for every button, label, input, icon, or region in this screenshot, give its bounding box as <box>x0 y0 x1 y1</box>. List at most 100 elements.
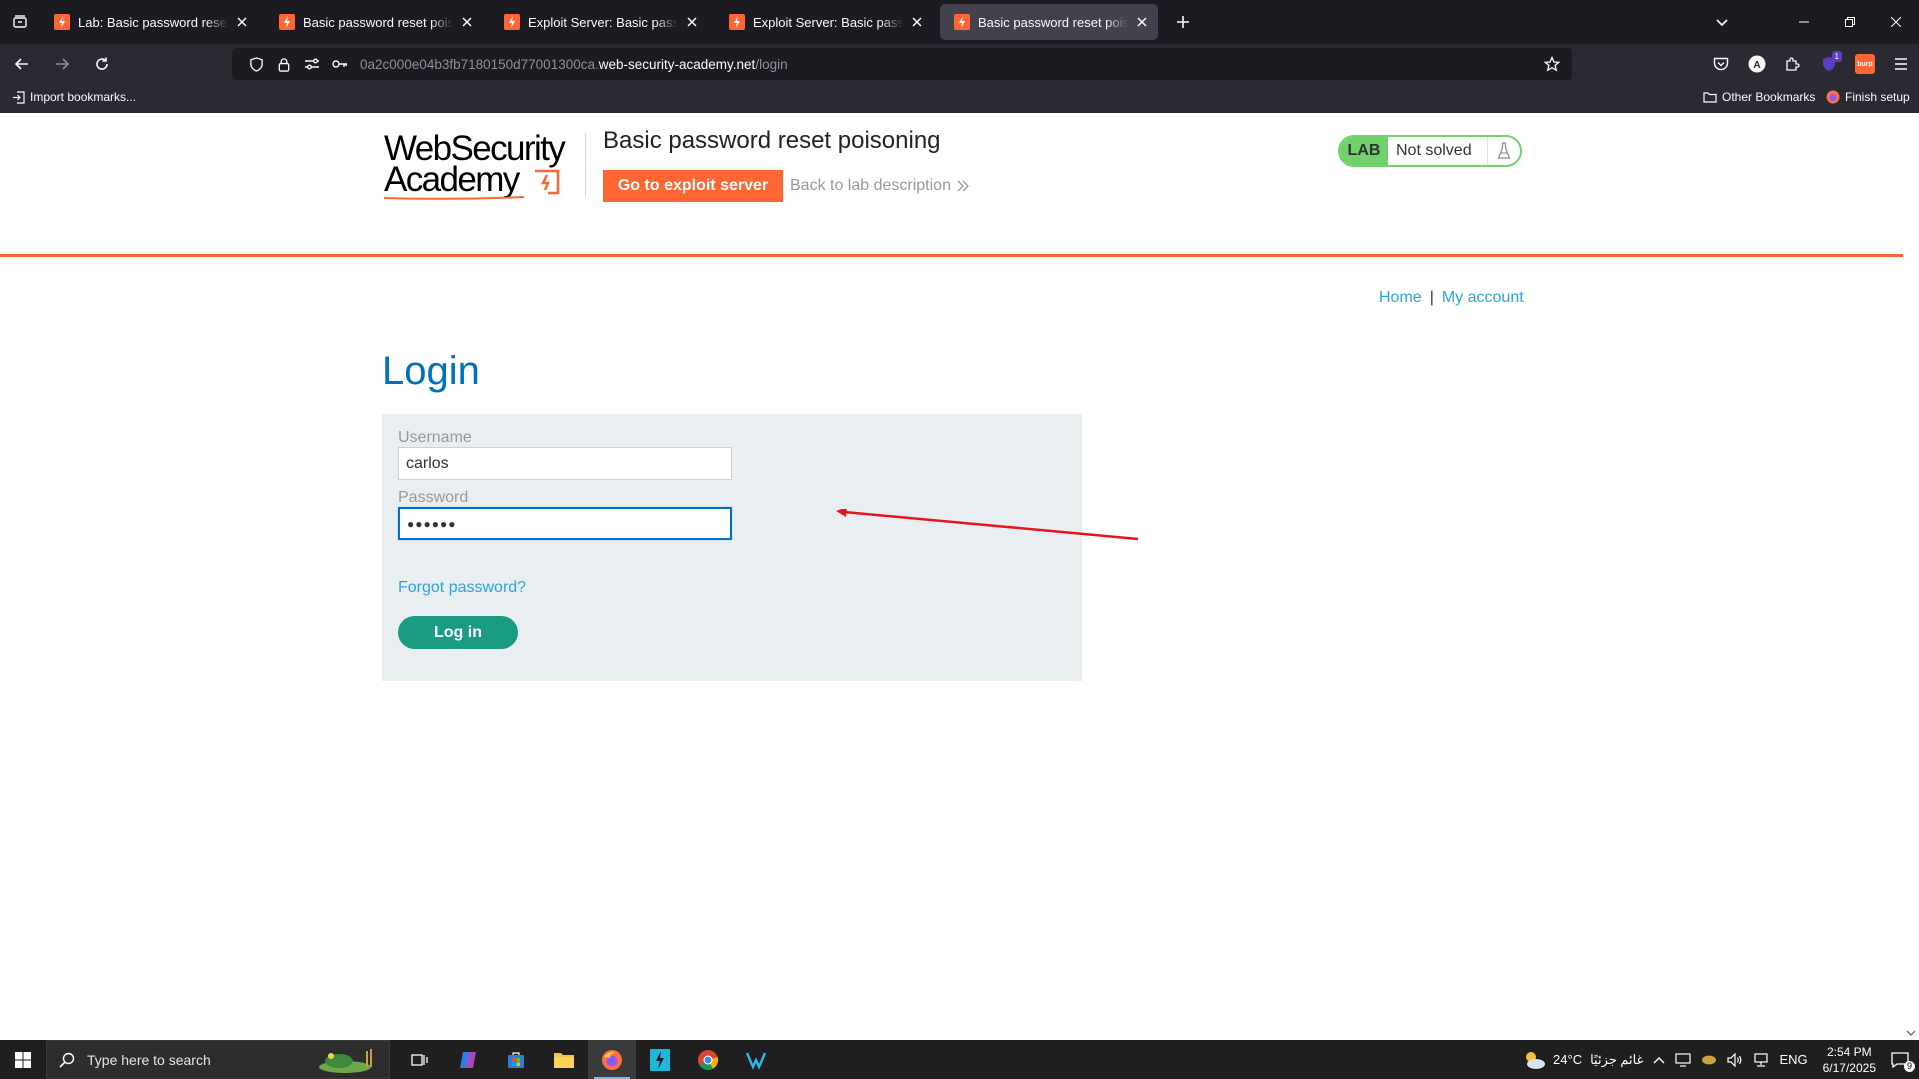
weather-description: غائم جزئيًا <box>1590 1051 1644 1067</box>
partly-cloudy-icon <box>1526 1051 1546 1069</box>
tray-app-icon[interactable] <box>1675 1052 1692 1067</box>
copilot-button[interactable] <box>444 1040 492 1079</box>
burp-suite-taskbar-button[interactable] <box>636 1040 684 1079</box>
burp-label: burp <box>1857 60 1873 68</box>
url-text[interactable]: 0a2c000e04b3fb7180150d77001300ca.web-sec… <box>360 57 788 72</box>
network-icon <box>1754 1052 1769 1067</box>
header-divider <box>585 133 586 197</box>
search-icon <box>59 1052 75 1068</box>
task-view-icon <box>411 1053 428 1066</box>
start-button[interactable] <box>0 1040 46 1079</box>
web-page: WebSecurity Academy Basic password reset… <box>0 113 1903 1040</box>
weather-widget[interactable]: 24°C غائم جزئيًا <box>1521 1049 1643 1071</box>
tab-title: Exploit Server: Basic password reset poi… <box>528 14 678 30</box>
username-value: carlos <box>406 454 449 472</box>
top-nav-links: Home | My account <box>1379 289 1524 307</box>
password-input[interactable]: ●●●●●● <box>397 506 733 541</box>
notification-center-button[interactable]: 9 <box>1891 1051 1915 1072</box>
web-security-academy-logo[interactable]: WebSecurity Academy <box>384 131 584 203</box>
other-bookmarks-item[interactable]: Other Bookmarks <box>1703 90 1815 104</box>
bookmark-star-icon[interactable] <box>1540 52 1564 76</box>
lock-icon[interactable] <box>270 48 298 80</box>
forgot-password-link[interactable]: Forgot password? <box>398 579 526 597</box>
tab-close-icon[interactable] <box>234 14 250 30</box>
microsoft-store-button[interactable] <box>492 1040 540 1079</box>
home-link[interactable]: Home <box>1379 289 1422 306</box>
forward-button[interactable] <box>44 48 80 80</box>
chrome-taskbar-button[interactable] <box>684 1040 732 1079</box>
reload-button[interactable] <box>84 48 120 80</box>
portswigger-favicon-icon <box>54 14 70 30</box>
username-input[interactable]: carlos <box>398 447 732 480</box>
finish-setup-item[interactable]: Finish setup <box>1826 90 1910 104</box>
tab-close-icon[interactable] <box>909 14 925 30</box>
browser-tab-5-active[interactable]: Basic password reset poisoning <box>940 4 1158 40</box>
firefox-icon <box>602 1049 622 1070</box>
weather-temp: 24°C <box>1553 1052 1583 1067</box>
scroll-down-arrow-icon[interactable] <box>1906 1028 1916 1038</box>
tab-title: Exploit Server: Basic password reset poi… <box>753 14 903 30</box>
code-editor-icon <box>745 1052 767 1070</box>
taskbar-search-box[interactable]: Type here to search <box>46 1040 390 1079</box>
close-window-button[interactable] <box>1873 0 1919 44</box>
saved-logins-key-icon[interactable] <box>326 48 354 80</box>
tab-title: Basic password reset poisoning <box>303 14 453 30</box>
back-to-lab-description-link[interactable]: Back to lab description <box>790 177 969 195</box>
arrow-right-icon <box>56 58 70 70</box>
window-controls <box>1781 0 1919 44</box>
lab-status-text: Not solved <box>1388 137 1488 165</box>
extension-shield-button[interactable]: 1 <box>1811 48 1847 80</box>
new-tab-button[interactable] <box>1165 4 1201 40</box>
vs-code-taskbar-button[interactable] <box>732 1040 780 1079</box>
tracking-protection-shield-icon[interactable] <box>242 48 270 80</box>
browser-tab-2[interactable]: Basic password reset poisoning <box>265 4 483 40</box>
pocket-button[interactable] <box>1703 48 1739 80</box>
browser-tab-1[interactable]: Lab: Basic password reset poisoning <box>40 4 258 40</box>
search-placeholder: Type here to search <box>87 1051 211 1068</box>
lab-status-widget: LAB Not solved <box>1338 135 1522 167</box>
list-all-tabs-button[interactable] <box>1700 0 1744 44</box>
logo-underline <box>384 196 525 200</box>
hamburger-menu-icon <box>1895 58 1907 70</box>
system-tray: 24°C غائم جزئيًا ENG 2:54 PM 6/17/2025 9 <box>1516 1040 1919 1079</box>
go-to-exploit-server-button[interactable]: Go to exploit server <box>603 170 783 202</box>
import-bookmarks-item[interactable]: Import bookmarks... <box>12 90 136 104</box>
firefox-taskbar-button[interactable] <box>588 1040 636 1079</box>
restore-button[interactable] <box>1827 0 1873 44</box>
tab-list-icon <box>13 15 27 28</box>
log-in-button[interactable]: Log in <box>398 616 518 649</box>
url-path: /login <box>755 56 788 72</box>
show-hidden-icons-button[interactable] <box>1653 1055 1665 1065</box>
browser-tab-3[interactable]: Exploit Server: Basic password reset poi… <box>490 4 708 40</box>
tray-bean-icon <box>1702 1055 1717 1064</box>
speaker-icon <box>1727 1052 1742 1067</box>
file-explorer-button[interactable] <box>540 1040 588 1079</box>
network-button[interactable] <box>1753 1052 1769 1067</box>
task-view-button[interactable] <box>396 1040 444 1079</box>
tab-close-icon[interactable] <box>1134 14 1150 30</box>
input-language-indicator[interactable]: ENG <box>1779 1052 1807 1067</box>
browser-tab-4[interactable]: Exploit Server: Basic password reset poi… <box>715 4 933 40</box>
system-clock[interactable]: 2:54 PM 6/17/2025 <box>1823 1044 1876 1076</box>
minimize-button[interactable] <box>1781 0 1827 44</box>
finish-setup-label: Finish setup <box>1845 90 1910 104</box>
tab-close-icon[interactable] <box>684 14 700 30</box>
back-button[interactable] <box>4 48 40 80</box>
bookmarks-toolbar: Import bookmarks... Other Bookmarks Fini… <box>0 84 1919 113</box>
tab-close-icon[interactable] <box>459 14 475 30</box>
tab-list-button[interactable] <box>0 0 40 44</box>
extensions-button[interactable] <box>1775 48 1811 80</box>
volume-button[interactable] <box>1727 1052 1743 1067</box>
password-masked-value: ●●●●●● <box>407 516 457 531</box>
tray-app-icon-2[interactable] <box>1701 1054 1717 1066</box>
puzzle-icon <box>1786 57 1800 71</box>
burp-extension-button[interactable]: burp <box>1847 48 1883 80</box>
page-vertical-scrollbar[interactable] <box>1903 113 1919 1040</box>
my-account-link[interactable]: My account <box>1442 289 1524 306</box>
close-icon <box>1891 17 1901 27</box>
address-bar[interactable]: 0a2c000e04b3fb7180150d77001300ca.web-sec… <box>232 48 1572 80</box>
permissions-icon[interactable] <box>298 48 326 80</box>
account-button[interactable]: A <box>1739 48 1775 80</box>
app-menu-button[interactable] <box>1883 48 1919 80</box>
portswigger-favicon-icon <box>729 14 745 30</box>
